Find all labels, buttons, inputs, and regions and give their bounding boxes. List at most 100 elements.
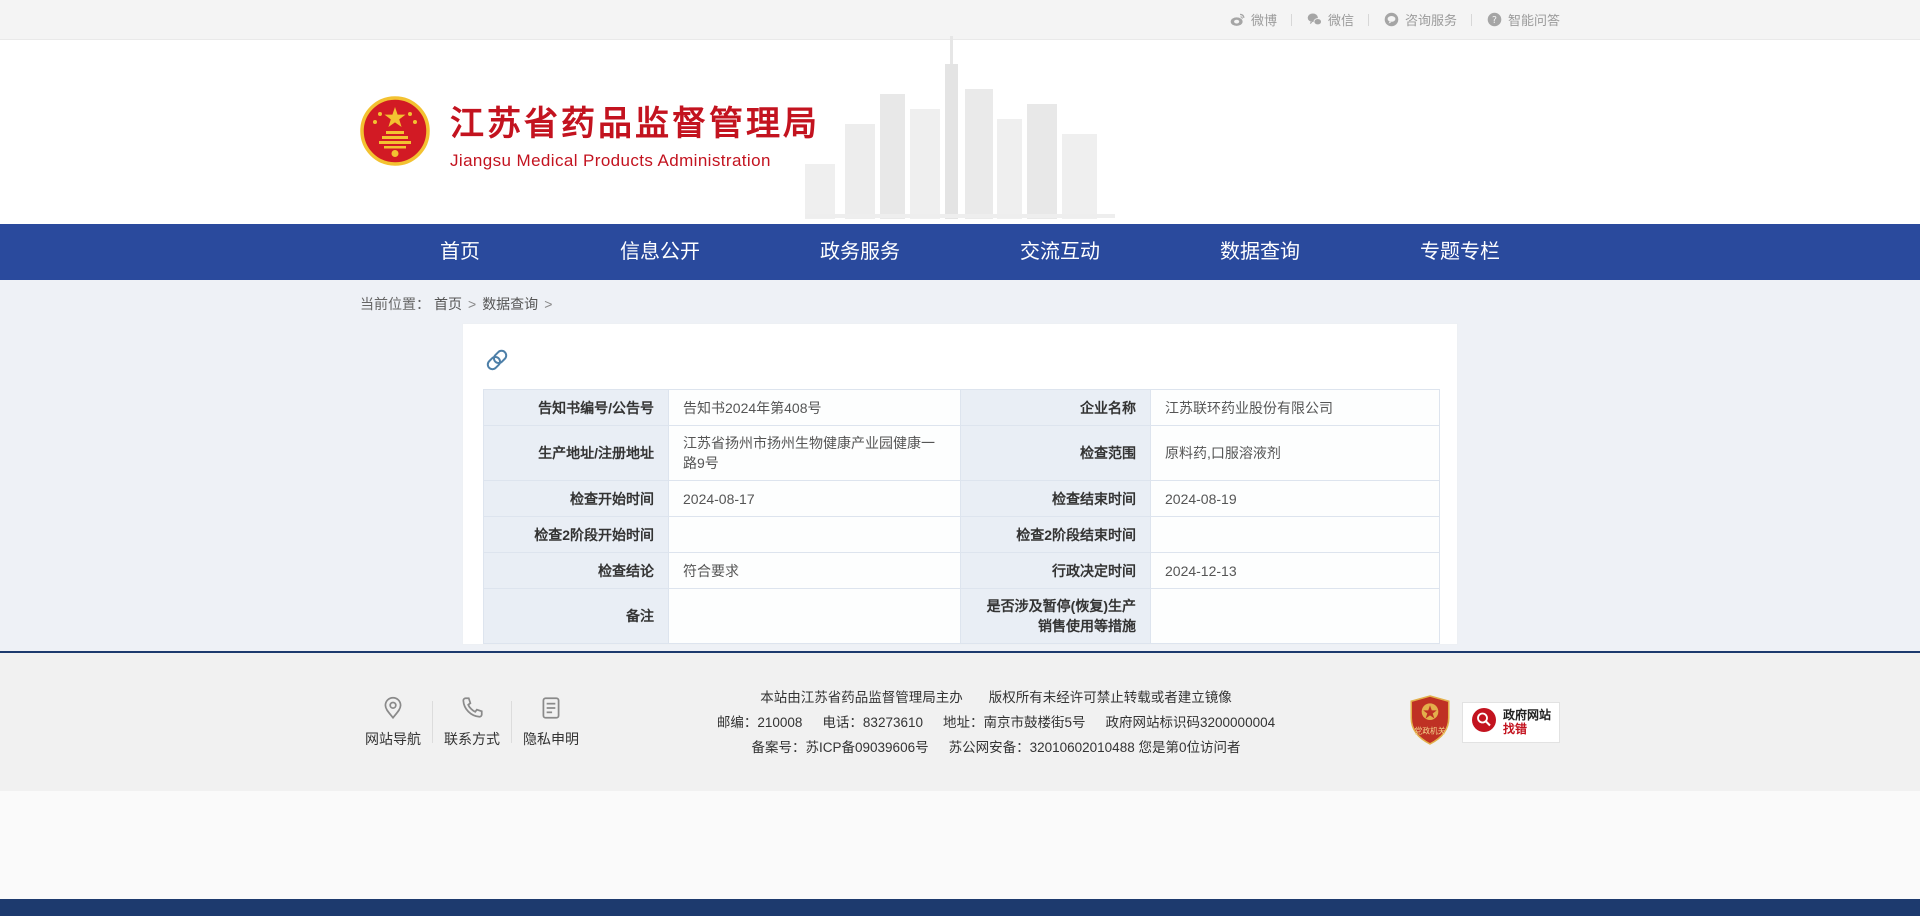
separator [511,701,512,743]
field-value: 江苏联环药业股份有限公司 [1151,390,1440,426]
footer-link-site-navigation[interactable]: 网站导航 [360,695,426,749]
field-value: 原料药,口服溶液剂 [1151,426,1440,481]
nav-item-special-topics[interactable]: 专题专栏 [1360,224,1560,280]
nav-item-interaction[interactable]: 交流互动 [960,224,1160,280]
footer-link-privacy[interactable]: 隐私申明 [518,695,584,749]
quicklink-label: 隐私申明 [518,729,584,749]
table-row: 检查开始时间 2024-08-17 检查结束时间 2024-08-19 [484,481,1440,517]
topbar-link-label: 微博 [1251,10,1277,29]
breadcrumb-link-home[interactable]: 首页 [434,296,462,312]
breadcrumb: 当前位置：首页 > 数据查询 > [360,280,1560,314]
footer-host-text: 本站由江苏省药品监督管理局主办 [760,685,963,710]
breadcrumb-separator: > [544,296,552,312]
topbar-link-consult-service[interactable]: 咨询服务 [1383,10,1457,29]
site-footer: 网站导航 联系方式 隐私申明 本站由江苏省药品监督管理局主办 版权所有未经许可禁… [0,653,1920,791]
field-value [1151,589,1440,644]
table-row: 生产地址/注册地址 江苏省扬州市扬州生物健康产业园健康一路9号 检查范围 原料药… [484,426,1440,481]
footer-link-contact[interactable]: 联系方式 [439,695,505,749]
table-row: 告知书编号/公告号 告知书2024年第408号 企业名称 江苏联环药业股份有限公… [484,390,1440,426]
field-label: 行政决定时间 [961,553,1151,589]
field-label: 备注 [484,589,669,644]
footer-site-id: 政府网站标识码3200000004 [1106,710,1276,735]
topbar-link-smart-qa[interactable]: ? 智能问答 [1486,10,1560,29]
field-label: 检查2阶段结束时间 [961,517,1151,553]
weibo-icon [1229,11,1246,28]
main-nav: 首页 信息公开 政务服务 交流互动 数据查询 专题专栏 [0,224,1920,280]
svg-text:党政机关: 党政机关 [1414,725,1445,735]
national-emblem-logo [360,96,430,171]
site-header: 江苏省药品监督管理局 Jiangsu Medical Products Admi… [0,40,1920,224]
magnifier-icon [1471,707,1497,738]
footer-phone: 电话：83273610 [822,710,923,735]
breadcrumb-prefix: 当前位置： [360,296,430,312]
table-row: 检查结论 符合要求 行政决定时间 2024-12-13 [484,553,1440,589]
footer-text: 本站由江苏省药品监督管理局主办 版权所有未经许可禁止转载或者建立镜像 邮编：21… [584,685,1408,760]
nav-item-data-query[interactable]: 数据查询 [1160,224,1360,280]
footer-spacer [0,791,1920,899]
field-value: 符合要求 [669,553,961,589]
field-label: 检查结束时间 [961,481,1151,517]
field-label: 生产地址/注册地址 [484,426,669,481]
field-label: 告知书编号/公告号 [484,390,669,426]
consult-service-icon [1383,11,1400,28]
field-value [1151,517,1440,553]
city-skyline-watermark [805,34,1115,224]
nav-item-gov-services[interactable]: 政务服务 [760,224,960,280]
table-row: 备注 是否涉及暂停(恢复)生产销售使用等措施 [484,589,1440,644]
field-label: 检查范围 [961,426,1151,481]
field-value [669,517,961,553]
inspection-detail-card: 告知书编号/公告号 告知书2024年第408号 企业名称 江苏联环药业股份有限公… [462,323,1458,645]
link-icon [483,346,1437,379]
footer-line-3: 备案号：苏ICP备09039606号 苏公网安备：32010602010488 … [584,735,1408,760]
field-value: 2024-12-13 [1151,553,1440,589]
badge-label: 政府网站 [1503,708,1551,722]
site-title: 江苏省药品监督管理局 [450,96,820,145]
field-label: 是否涉及暂停(恢复)生产销售使用等措施 [961,589,1151,644]
footer-line-1: 本站由江苏省药品监督管理局主办 版权所有未经许可禁止转载或者建立镜像 [584,685,1408,710]
topbar-link-label: 智能问答 [1508,10,1560,29]
badge-label: 找错 [1503,722,1551,736]
field-value: 2024-08-17 [669,481,961,517]
footer-address: 地址：南京市鼓楼街5号 [943,710,1086,735]
footer-postcode: 邮编：210008 [717,710,803,735]
field-value: 2024-08-19 [1151,481,1440,517]
footer-icp-number[interactable]: 备案号：苏ICP备09039606号 [752,735,929,760]
map-pin-icon [360,695,426,721]
topbar-link-weibo[interactable]: 微博 [1229,10,1277,29]
footer-security-number[interactable]: 苏公网安备：32010602010488 您是第0位访问者 [949,735,1241,760]
inspection-detail-table: 告知书编号/公告号 告知书2024年第408号 企业名称 江苏联环药业股份有限公… [483,389,1440,644]
field-label: 检查2阶段开始时间 [484,517,669,553]
breadcrumb-separator: > [468,296,476,312]
field-label: 企业名称 [961,390,1151,426]
field-label: 检查结论 [484,553,669,589]
field-value: 告知书2024年第408号 [669,390,961,426]
gov-site-find-error-badge[interactable]: 政府网站 找错 [1462,702,1560,743]
nav-item-info-disclosure[interactable]: 信息公开 [560,224,760,280]
topbar-link-wechat[interactable]: 微信 [1306,10,1354,29]
field-value: 江苏省扬州市扬州生物健康产业园健康一路9号 [669,426,961,481]
separator [1368,14,1369,26]
topbar-link-label: 咨询服务 [1405,10,1457,29]
topbar-link-label: 微信 [1328,10,1354,29]
main-content: 当前位置：首页 > 数据查询 > 告知书编号/公告号 告知书2024年第408号 企业… [0,280,1920,651]
table-row: 检查2阶段开始时间 检查2阶段结束时间 [484,517,1440,553]
field-value [669,589,961,644]
site-subtitle: Jiangsu Medical Products Administration [450,151,820,171]
footer-copyright-text: 版权所有未经许可禁止转载或者建立镜像 [989,685,1232,710]
footer-line-2: 邮编：210008 电话：83273610 地址：南京市鼓楼街5号 政府网站标识… [584,710,1408,735]
document-icon [518,695,584,721]
footer-badges: 党政机关 政府网站 找错 [1408,695,1560,750]
brand[interactable]: 江苏省药品监督管理局 Jiangsu Medical Products Admi… [360,96,820,171]
breadcrumb-link-data-query[interactable]: 数据查询 [482,296,538,312]
separator [1291,14,1292,26]
separator [432,701,433,743]
quicklink-label: 网站导航 [360,729,426,749]
svg-text:?: ? [1492,15,1497,26]
party-gov-badge[interactable]: 党政机关 [1408,695,1452,750]
bottom-bar [0,899,1920,916]
field-label: 检查开始时间 [484,481,669,517]
smart-qa-icon: ? [1486,11,1503,28]
quicklink-label: 联系方式 [439,729,505,749]
nav-item-home[interactable]: 首页 [360,224,560,280]
wechat-icon [1306,11,1323,28]
